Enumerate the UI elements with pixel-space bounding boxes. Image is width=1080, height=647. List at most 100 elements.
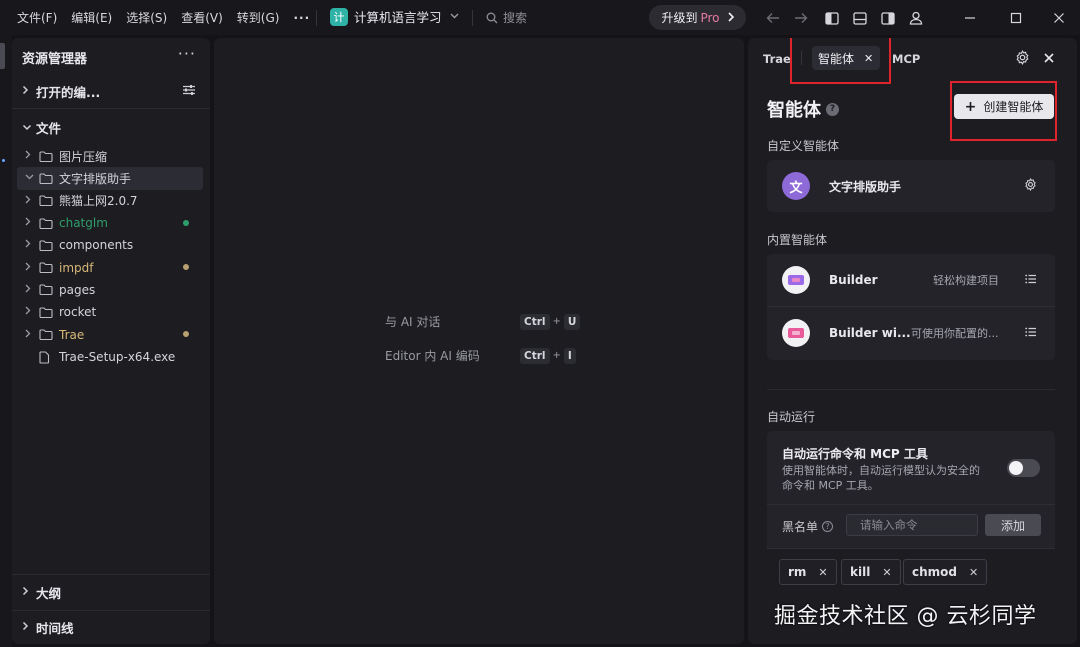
title-bar: 文件(F) 编辑(E) 选择(S) 查看(V) 转到(G) ··· 计 计算机语…: [0, 0, 1080, 35]
tree-folder[interactable]: pages: [17, 279, 203, 301]
upgrade-button[interactable]: 升级到 Pro: [649, 5, 746, 30]
minimize-icon[interactable]: [961, 9, 979, 27]
help-icon[interactable]: ?: [826, 102, 839, 116]
divider: [472, 10, 473, 26]
divider: [767, 504, 1055, 505]
chevron-right-icon: [22, 85, 36, 98]
auto-run-toggle[interactable]: [1007, 459, 1040, 477]
back-arrow-icon[interactable]: [764, 9, 782, 27]
help-icon[interactable]: ?: [822, 521, 834, 532]
explorer-title: 资源管理器: [22, 52, 88, 67]
agent-item-custom[interactable]: 文 文字排版助手: [767, 160, 1055, 212]
watermark: 掘金技术社区 @ 云杉同学: [774, 604, 1037, 629]
folder-icon: [39, 284, 53, 296]
menu-more[interactable]: ···: [293, 11, 310, 25]
remove-chip-icon[interactable]: ✕: [969, 566, 978, 579]
folder-open-icon: [39, 173, 53, 184]
chevron-right-icon: [25, 262, 39, 274]
close-panel-icon[interactable]: [1044, 52, 1054, 66]
tree-folder[interactable]: Trae: [17, 323, 203, 345]
hint-label: 与 AI 对话: [385, 315, 441, 329]
more-icon[interactable]: ···: [178, 44, 196, 63]
remove-chip-icon[interactable]: ✕: [818, 566, 827, 579]
tree-folder[interactable]: impdf: [17, 256, 203, 278]
section-open-editors[interactable]: 打开的编...: [22, 82, 100, 101]
chip-label: rm: [788, 565, 807, 579]
tree-folder[interactable]: chatglm: [17, 212, 203, 234]
folder-icon: [39, 307, 53, 318]
blacklist-input[interactable]: 请输入命令: [846, 514, 978, 536]
sliders-icon[interactable]: [182, 84, 196, 99]
maximize-icon[interactable]: [1007, 9, 1025, 27]
chevron-down-icon: [25, 173, 39, 183]
tab-trae[interactable]: Trae: [763, 52, 791, 66]
agent-desc: 可使用你配置的...: [911, 327, 999, 340]
tree-file[interactable]: Trae-Setup-x64.exe: [17, 346, 203, 368]
remove-chip-icon[interactable]: ✕: [882, 566, 891, 579]
tree-folder[interactable]: components: [17, 234, 203, 256]
folder-icon: [39, 195, 53, 207]
shortcut-hint-chat: 与 AI 对话 Ctrl + U: [385, 313, 581, 330]
toggle-bottom-panel-icon[interactable]: [851, 9, 869, 27]
search-icon: [486, 12, 498, 23]
chevron-down-icon: [22, 121, 36, 134]
forward-arrow-icon[interactable]: [792, 9, 810, 27]
panel-title: 智能体 ?: [767, 96, 839, 122]
agent-item-builder[interactable]: Builder 轻松构建项目: [767, 254, 1055, 306]
tree-folder[interactable]: 熊猫上网2.0.7: [17, 190, 203, 212]
status-dot: [183, 219, 189, 226]
blacklist-add-button[interactable]: 添加: [985, 514, 1041, 536]
activity-dot: [2, 159, 5, 162]
key-i: I: [563, 347, 576, 364]
folder-icon: [39, 151, 53, 162]
section-timeline[interactable]: 时间线: [22, 618, 74, 637]
activity-indicator[interactable]: [0, 43, 5, 69]
menu-file[interactable]: 文件(F): [17, 9, 57, 26]
project-name: 计算机语言学习: [354, 10, 442, 25]
list-icon[interactable]: [1025, 326, 1037, 340]
plus-sign: +: [552, 350, 561, 361]
list-icon[interactable]: [1025, 273, 1037, 287]
menu-go[interactable]: 转到(G): [237, 9, 280, 26]
menu-select[interactable]: 选择(S): [126, 9, 167, 26]
agent-panel: Trae 智能体 ✕ MCP 智能体 ? + 创建智能体 自定义智能体 文 文字…: [748, 38, 1077, 644]
chevron-right-icon: [727, 11, 734, 25]
shortcut-hint-inline: Editor 内 AI 编码 Ctrl + I: [385, 347, 576, 364]
tree-folder[interactable]: 文字排版助手: [17, 167, 203, 190]
tree-item-label: Trae: [59, 327, 85, 342]
agent-item-builder-mcp[interactable]: Builder wi... 可使用你配置的...: [767, 307, 1055, 359]
toggle-right-panel-icon[interactable]: [879, 9, 897, 27]
toggle-left-panel-icon[interactable]: [823, 9, 841, 27]
search-box[interactable]: 搜索: [486, 9, 527, 26]
menu-edit[interactable]: 编辑(E): [71, 9, 112, 26]
close-window-icon[interactable]: [1050, 9, 1068, 27]
chevron-right-icon: [22, 586, 36, 599]
gear-icon[interactable]: [1015, 50, 1030, 68]
divider: [316, 10, 317, 26]
section-outline[interactable]: 大纲: [22, 583, 61, 602]
tree-folder[interactable]: rocket: [17, 301, 203, 323]
blacklist-chip: kill ✕: [841, 559, 901, 585]
folder-icon: [39, 240, 53, 251]
agent-name: Builder: [829, 273, 878, 287]
chevron-right-icon: [25, 284, 39, 296]
section-label: 时间线: [36, 621, 74, 636]
pro-label: Pro: [700, 10, 720, 25]
highlight-box-create: [950, 81, 1057, 141]
gear-icon[interactable]: [1024, 177, 1037, 194]
chevron-right-icon: [25, 217, 39, 229]
chip-label: chmod: [912, 565, 957, 579]
chevron-right-icon: [25, 239, 39, 251]
section-files[interactable]: 文件: [22, 118, 61, 137]
account-icon[interactable]: [907, 9, 925, 27]
chevron-right-icon: [22, 621, 36, 634]
tree-folder[interactable]: 图片压缩: [17, 145, 203, 167]
chevron-down-icon: [450, 11, 459, 22]
section-label: 打开的编...: [36, 85, 101, 100]
menu-view[interactable]: 查看(V): [181, 9, 223, 26]
auto-run-heading: 自动运行: [767, 410, 816, 424]
folder-icon: [39, 262, 53, 274]
tab-mcp[interactable]: MCP: [892, 52, 920, 66]
editor-area[interactable]: 与 AI 对话 Ctrl + U Editor 内 AI 编码 Ctrl + I: [214, 38, 744, 644]
project-switcher[interactable]: 计 计算机语言学习: [330, 7, 459, 26]
